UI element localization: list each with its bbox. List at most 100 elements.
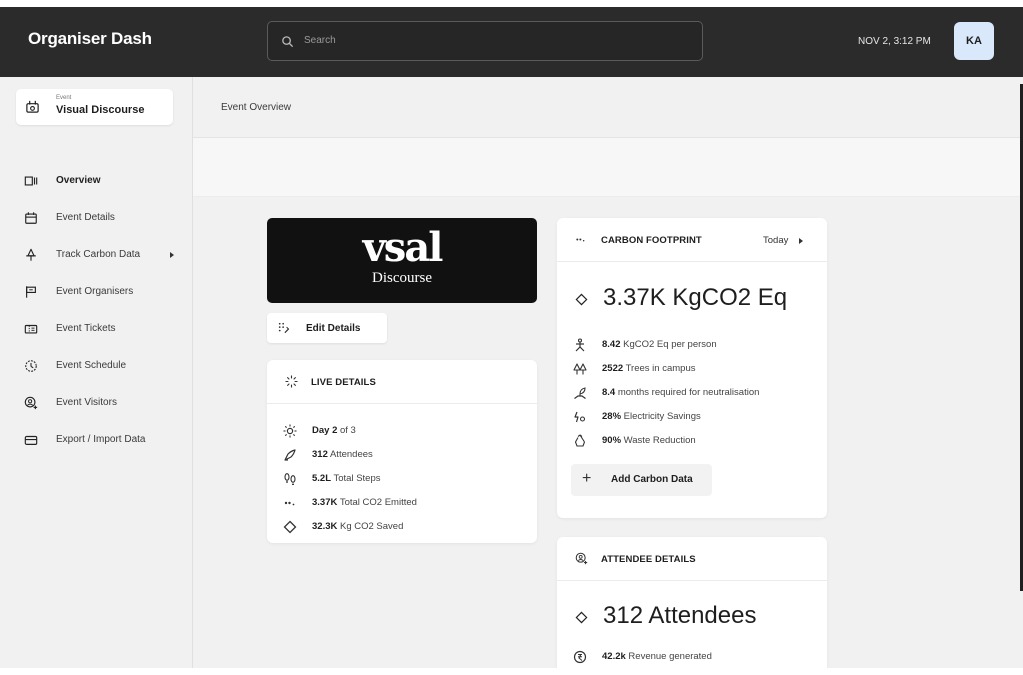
sidebar-item-label: Overview <box>56 175 101 186</box>
row-label: months required for neutralisation <box>615 387 760 398</box>
event-logo: vsal Discourse <box>267 218 537 303</box>
calendar-icon <box>25 212 37 224</box>
carbon-track-icon <box>26 248 36 261</box>
carbon-row: 8.42 KgCO2 Eq per person <box>573 337 813 353</box>
row-value: 28% <box>602 411 622 422</box>
diamond-icon <box>283 520 297 534</box>
row-label: Attendees <box>327 449 373 460</box>
breadcrumb-bar: Event Overview <box>193 77 1023 138</box>
top-bar: Organiser Dash Search NOV 2, 3:12 PM KA <box>0 7 1023 77</box>
visitors-icon <box>24 396 38 410</box>
event-name: Visual Discourse <box>56 104 145 116</box>
carbon-row: 90% Waste Reduction <box>573 433 813 449</box>
row-value: 312 <box>312 449 328 460</box>
live-detail-row: 5.2L Total Steps <box>283 471 523 487</box>
sidebar-item-label: Event Tickets <box>56 323 116 334</box>
row-label: Trees in campus <box>623 363 696 374</box>
carbon-row: 8.4 months required for neutralisation <box>573 385 813 401</box>
plant-hand-icon <box>574 387 586 399</box>
row-label: KgCO2 Eq per person <box>620 339 717 350</box>
row-label: Electricity Savings <box>621 411 701 422</box>
row-value: 42.2k <box>602 651 626 662</box>
app-frame: Organiser Dash Search NOV 2, 3:12 PM KA … <box>0 7 1023 668</box>
card-header: ATTENDEE DETAILS <box>557 537 827 581</box>
chevron-right-icon[interactable] <box>170 252 174 258</box>
row-value: 8.4 <box>602 387 616 398</box>
attendee-headline: 312 Attendees <box>575 602 815 632</box>
card-header: LIVE DETAILS <box>267 360 537 404</box>
sidebar-item-export-import-data[interactable]: Export / Import Data <box>24 430 184 450</box>
row-label: Waste Reduction <box>621 435 696 446</box>
row-label: Kg CO2 Saved <box>337 521 404 532</box>
sidebar-item-overview[interactable]: Overview <box>24 171 184 191</box>
sidebar-item-label: Export / Import Data <box>56 434 146 445</box>
app-title: Organiser Dash <box>28 29 152 48</box>
attendee-details-card: ATTENDEE DETAILS 312 Attendees 42.2k Rev… <box>557 537 827 668</box>
live-detail-row: 3.37K Total CO2 Emitted <box>283 495 523 511</box>
edit-details-button[interactable]: Edit Details <box>267 313 387 343</box>
sidebar-item-event-organisers[interactable]: Event Organisers <box>24 282 184 302</box>
carbon-headline: 3.37K KgCO2 Eq <box>575 284 815 314</box>
co2-icon <box>284 501 295 506</box>
trees-icon <box>573 363 587 375</box>
current-datetime: NOV 2, 3:12 PM <box>858 36 931 47</box>
overview-icon <box>24 176 38 186</box>
export-icon <box>24 435 38 445</box>
chevron-right-icon[interactable] <box>799 238 803 244</box>
sidebar-item-event-schedule[interactable]: Event Schedule <box>24 356 184 376</box>
event-logo-subtitle: Discourse <box>372 270 432 286</box>
live-details-title: LIVE DETAILS <box>311 377 376 388</box>
breadcrumb: Event Overview <box>221 102 292 113</box>
sun-icon <box>283 424 297 438</box>
row-value: 8.42 <box>602 339 621 350</box>
sidebar-item-event-visitors[interactable]: Event Visitors <box>24 393 184 413</box>
visitors-icon <box>575 552 588 565</box>
event-icon <box>26 100 39 113</box>
live-spinner-icon <box>285 375 298 388</box>
add-carbon-data-label: Add Carbon Data <box>611 474 693 485</box>
sidebar-item-event-tickets[interactable]: Event Tickets <box>24 319 184 339</box>
co2-icon <box>576 238 585 242</box>
carbon-total: 3.37K KgCO2 Eq <box>603 284 788 311</box>
recycle-icon <box>574 434 586 447</box>
row-label: of 3 <box>337 425 356 436</box>
sidebar-item-label: Event Details <box>56 212 115 223</box>
megaphone-icon <box>284 449 296 461</box>
row-value: 5.2L <box>312 473 332 484</box>
diamond-icon <box>575 611 588 624</box>
footprints-icon <box>284 473 296 485</box>
edit-icon <box>278 322 290 334</box>
live-detail-row: Day 2 of 3 <box>283 423 523 439</box>
sidebar-item-event-details[interactable]: Event Details <box>24 208 184 228</box>
sidebar-item-label: Event Organisers <box>56 286 134 297</box>
header-band <box>193 138 1023 197</box>
row-label: Revenue generated <box>625 651 712 662</box>
row-label: Total CO2 Emitted <box>337 497 417 508</box>
search-input[interactable]: Search <box>267 21 703 61</box>
user-avatar[interactable]: KA <box>954 22 994 60</box>
search-icon <box>282 36 294 48</box>
event-label: Event <box>56 95 72 101</box>
event-selector[interactable]: Event Visual Discourse <box>16 89 173 125</box>
carbon-footprint-title: CARBON FOOTPRINT <box>601 235 702 246</box>
row-value: 90% <box>602 435 622 446</box>
live-details-card: LIVE DETAILS Day 2 of 3 312 Attendees 5.… <box>267 360 537 543</box>
row-value: Day 2 <box>312 425 338 436</box>
ticket-icon <box>24 324 38 334</box>
row-label: Total Steps <box>331 473 381 484</box>
diamond-icon <box>575 293 588 306</box>
carbon-row: 28% Electricity Savings <box>573 409 813 425</box>
add-carbon-data-button[interactable]: + Add Carbon Data <box>571 464 712 496</box>
search-placeholder: Search <box>304 35 336 46</box>
revenue-icon <box>573 650 587 664</box>
row-value: 32.3K <box>312 521 338 532</box>
edit-details-label: Edit Details <box>306 323 361 334</box>
sidebar-item-label: Event Schedule <box>56 360 127 371</box>
carbon-footprint-card: CARBON FOOTPRINT Today 3.37K KgCO2 Eq 8.… <box>557 218 827 518</box>
plus-icon: + <box>582 470 592 487</box>
sidebar-item-track-carbon-data[interactable]: Track Carbon Data <box>24 245 184 265</box>
sidebar-item-label: Track Carbon Data <box>56 249 141 260</box>
period-selector[interactable]: Today <box>763 235 788 246</box>
attendee-row: 42.2k Revenue generated <box>573 649 813 665</box>
row-value: 3.37K <box>312 497 338 508</box>
